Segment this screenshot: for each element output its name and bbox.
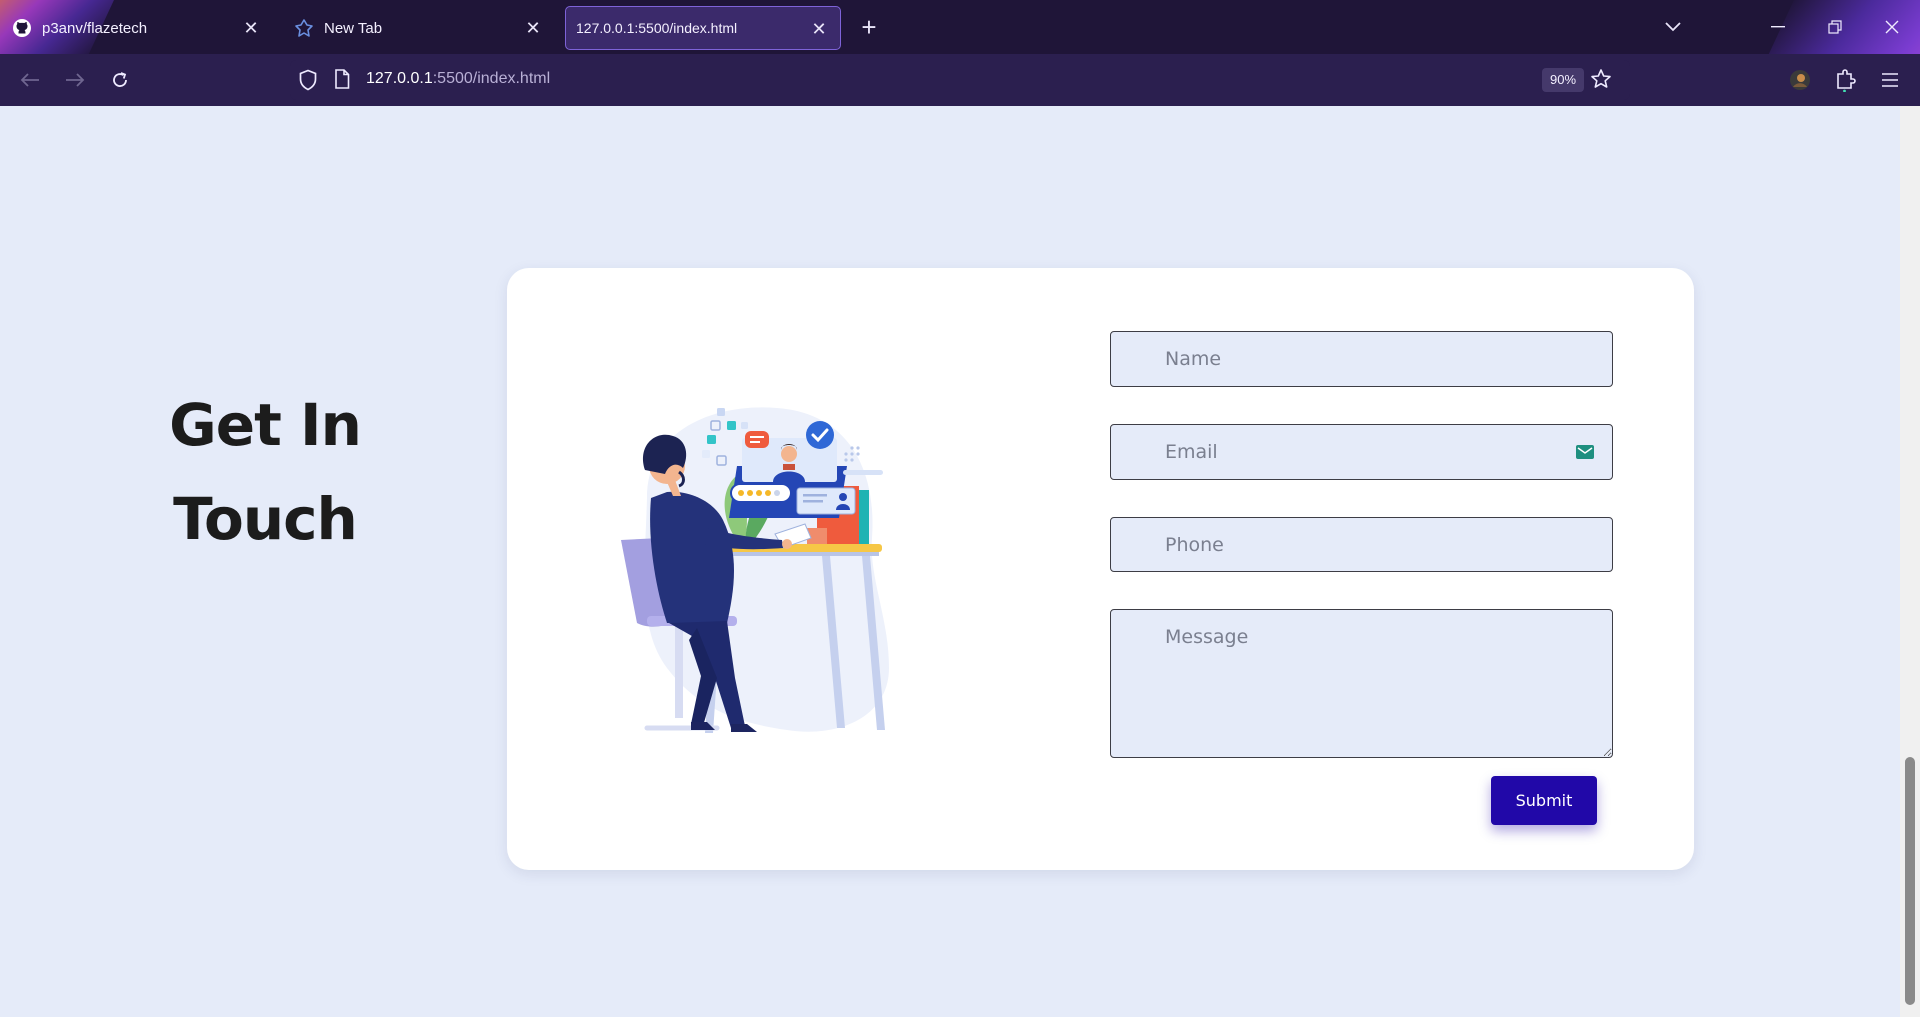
shield-icon[interactable] — [298, 69, 318, 96]
tab-github[interactable]: p3anv/flazetech ✕ — [0, 6, 272, 50]
tab-label: 127.0.0.1:5500/index.html — [576, 20, 738, 36]
arrow-left-icon — [20, 73, 39, 87]
github-icon — [12, 18, 32, 38]
url-host: 127.0.0.1 — [366, 70, 433, 87]
decor-square — [717, 408, 725, 416]
email-input[interactable] — [1110, 424, 1613, 480]
caller-face — [781, 446, 797, 462]
decor-bar — [843, 470, 883, 475]
page-title: Get In Touch — [130, 378, 400, 566]
close-tab-icon[interactable]: ✕ — [522, 17, 544, 39]
avatar-icon — [1790, 70, 1810, 90]
address-bar[interactable]: 127.0.0.1:5500/index.html 90% — [290, 60, 1630, 100]
page-title-line-2: Touch — [173, 485, 358, 553]
bookmark-star-icon[interactable] — [1590, 68, 1612, 95]
customer-support-illustration — [621, 407, 889, 733]
check-badge — [806, 421, 834, 449]
restore-button[interactable] — [1815, 8, 1855, 46]
name-input[interactable] — [1110, 331, 1613, 387]
firefox-icon — [294, 18, 314, 38]
profile-avatar[interactable] — [1786, 66, 1814, 94]
caller-beard — [783, 464, 795, 470]
extensions-button[interactable] — [1831, 66, 1859, 94]
chair-post — [675, 626, 683, 718]
zoom-level-badge[interactable]: 90% — [1542, 68, 1585, 92]
close-tab-icon[interactable]: ✕ — [240, 17, 262, 39]
url-path: :5500/index.html — [432, 70, 551, 87]
puzzle-icon — [1837, 69, 1856, 92]
minimize-icon — [1771, 26, 1785, 28]
hamburger-menu-icon — [1882, 73, 1898, 87]
reload-icon — [113, 72, 127, 87]
url-text[interactable]: 127.0.0.1:5500/index.html — [366, 70, 550, 88]
scrollbar-thumb[interactable] — [1905, 757, 1915, 1005]
decor-square — [702, 450, 710, 458]
decor-square — [707, 435, 716, 444]
message-textarea[interactable] — [1110, 609, 1613, 758]
reload-button[interactable] — [106, 66, 134, 94]
envelope-icon[interactable] — [1575, 443, 1595, 461]
tab-localhost[interactable]: 127.0.0.1:5500/index.html ✕ — [565, 6, 841, 50]
arrow-right-icon — [66, 73, 85, 87]
tab-label: New Tab — [324, 19, 383, 37]
close-tab-icon[interactable]: ✕ — [808, 18, 830, 40]
navigation-toolbar: 127.0.0.1:5500/index.html 90% — [0, 54, 1920, 106]
decor-square — [741, 422, 748, 429]
tab-new-tab[interactable]: New Tab ✕ — [282, 6, 554, 50]
contact-card: Submit — [507, 268, 1694, 870]
forward-button[interactable] — [61, 66, 89, 94]
tab-label: p3anv/flazetech — [42, 19, 148, 37]
submit-button[interactable]: Submit — [1491, 776, 1597, 825]
tab-bar: p3anv/flazetech ✕ New Tab ✕ 127.0.0.1:55… — [0, 0, 1920, 54]
menu-button[interactable] — [1876, 66, 1904, 94]
close-window-button[interactable] — [1872, 8, 1912, 46]
restore-icon — [1828, 20, 1842, 34]
list-all-tabs-button[interactable] — [1660, 14, 1686, 40]
page-title-line-1: Get In — [169, 391, 362, 459]
book-teal — [859, 490, 869, 546]
close-icon — [1885, 20, 1899, 34]
decor-square — [727, 421, 736, 430]
chat-bubble — [745, 431, 769, 448]
new-tab-button[interactable]: + — [856, 14, 882, 40]
minimize-button[interactable] — [1758, 8, 1798, 46]
page-info-icon[interactable] — [334, 69, 350, 94]
chevron-down-icon — [1665, 22, 1681, 32]
phone-input[interactable] — [1110, 517, 1613, 572]
person-shoe — [731, 724, 757, 732]
back-button[interactable] — [16, 66, 44, 94]
